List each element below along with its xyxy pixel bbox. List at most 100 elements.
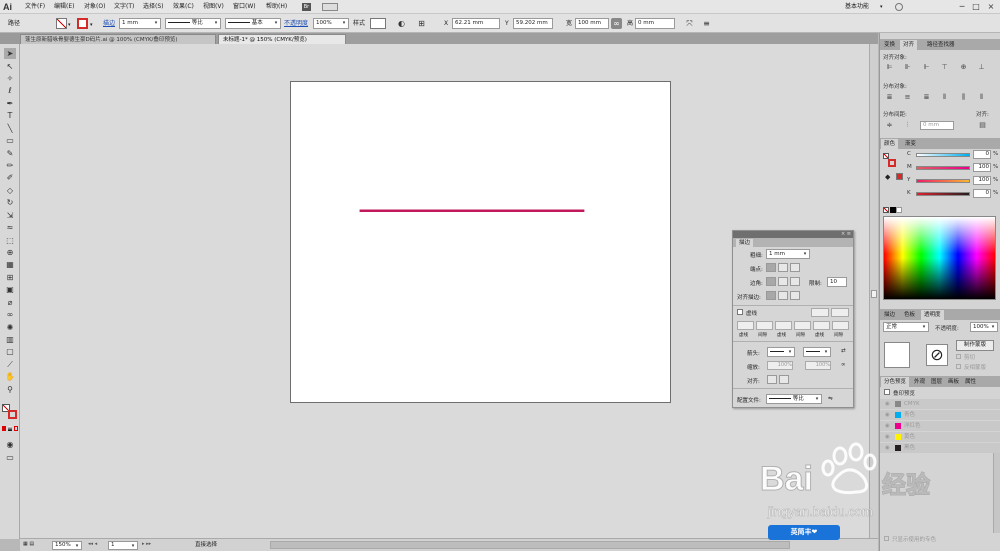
invert-mask-checkbox[interactable] (956, 364, 961, 369)
align-vcenter-icon[interactable]: ⊕ (959, 63, 968, 72)
gap-field-3[interactable] (832, 321, 849, 330)
align-left-icon[interactable]: ⊫ (885, 63, 894, 72)
align-top-icon[interactable]: ⊤ (940, 63, 949, 72)
distribute-top-icon[interactable]: ≣ (885, 93, 894, 102)
dash-preset-2[interactable] (831, 308, 849, 317)
flip-profile-icon[interactable]: ⇋ (828, 396, 833, 402)
transform-icon[interactable]: ⤧ (684, 18, 695, 29)
menu-type[interactable]: 文字(T) (114, 2, 134, 12)
stroke-color-box[interactable] (8, 410, 17, 419)
close-icon[interactable]: × ≡ (841, 231, 851, 238)
first-artboard-button[interactable]: ◂◂ ◂ (88, 541, 102, 549)
arrow-align-tip-button[interactable] (767, 375, 777, 384)
menu-object[interactable]: 对象(O) (84, 2, 105, 12)
align-to-selection-icon[interactable]: ▤ (978, 121, 987, 130)
end-scale-field[interactable]: 100% (805, 361, 831, 370)
channel-c-slider[interactable] (916, 153, 970, 157)
miter-join-button[interactable] (766, 277, 776, 286)
stroke-weight-field[interactable]: 1 mm ▾ (119, 18, 161, 29)
chevron-down-icon[interactable]: ▾ (68, 22, 71, 28)
channel-m-slider[interactable] (916, 166, 970, 170)
rotate-tool-icon[interactable]: ↻ (4, 197, 16, 208)
magic-wand-tool-icon[interactable]: ✧ (4, 73, 16, 84)
menu-window[interactable]: 窗口(W) (233, 2, 256, 12)
close-button[interactable]: × (985, 2, 997, 12)
width-tool-icon[interactable]: ≈ (4, 222, 16, 233)
menu-effect[interactable]: 效果(C) (173, 2, 194, 12)
align-inside-button[interactable] (778, 291, 788, 300)
type-tool-icon[interactable]: T (4, 110, 16, 121)
vertical-scroll-thumb[interactable] (871, 290, 877, 298)
hand-tool-icon[interactable]: ✋ (4, 371, 16, 382)
variable-width-profile[interactable]: 等比 ▾ (165, 18, 221, 29)
link-scale-icon[interactable]: ∞ (841, 362, 846, 368)
round-cap-button[interactable] (778, 263, 788, 272)
menu-help[interactable]: 帮助(H) (266, 2, 287, 12)
start-arrowhead-select[interactable]: ▾ (767, 347, 795, 357)
blend-tool-icon[interactable]: ∞ (4, 309, 16, 320)
horizontal-scrollbar[interactable] (270, 541, 790, 549)
distribute-right-icon[interactable]: ⫴ (977, 93, 986, 102)
white-swatch[interactable] (896, 207, 902, 213)
height-field[interactable]: 0 mm (635, 18, 675, 29)
spacing-field[interactable]: 0 mm (920, 121, 954, 130)
tab-attributes[interactable]: 属性 (962, 377, 979, 387)
tab-document-1[interactable]: 蓬生原新腊咏骨婴德生豪D码片.ai @ 100% (CMYK/叠印预览) (20, 34, 216, 44)
drawing-mode-icon[interactable]: ◉ (4, 439, 16, 450)
channel-y-slider[interactable] (916, 179, 970, 183)
distribute-hcenter-icon[interactable]: ⫼ (959, 93, 968, 102)
gradient-tool-icon[interactable]: ▣ (4, 284, 16, 295)
constrain-link-icon[interactable]: ∞ (611, 18, 622, 29)
column-graph-tool-icon[interactable]: ▥ (4, 334, 16, 345)
zoom-tool-icon[interactable]: ⚲ (4, 384, 16, 395)
transparency-opacity-field[interactable]: 100% ▾ (970, 322, 998, 332)
screen-mode-icon[interactable]: ▭ (4, 452, 16, 463)
blob-brush-tool-icon[interactable]: ✐ (4, 172, 16, 183)
separation-row-magenta[interactable]: ◉ 洋红色 (880, 421, 1000, 431)
dash-field-2[interactable] (775, 321, 792, 330)
separation-row-cmyk[interactable]: ◉ CMYK (880, 399, 1000, 409)
eye-icon[interactable]: ◉ (885, 410, 890, 420)
minimize-button[interactable]: ─ (956, 2, 968, 12)
y-position-field[interactable]: 59.202 mm (513, 18, 553, 29)
chevron-down-icon[interactable]: ▾ (90, 22, 93, 28)
rectangle-tool-icon[interactable]: ▭ (4, 135, 16, 146)
stroke-panel-tab[interactable]: 描边 (736, 239, 754, 247)
opacity-field[interactable]: 100% ▾ (313, 18, 349, 29)
direct-selection-tool-icon[interactable]: ↖ (4, 61, 16, 72)
eye-icon[interactable]: ◉ (885, 421, 890, 431)
color-stroke-box[interactable] (888, 159, 896, 167)
lasso-tool-icon[interactable]: ℓ (4, 85, 16, 96)
make-mask-button[interactable]: 制作蒙版 (956, 340, 994, 351)
swap-arrowheads-icon[interactable]: ⇄ (841, 348, 846, 354)
channel-c-value[interactable]: 0 (973, 150, 991, 159)
next-artboard-button[interactable]: ▸ ▸▸ (142, 541, 160, 549)
stroke-panel-titlebar[interactable]: × ≡ (733, 231, 853, 238)
distribute-left-icon[interactable]: ⫴ (940, 93, 949, 102)
tab-stroke[interactable]: 描边 (881, 310, 898, 320)
round-join-button[interactable] (778, 277, 788, 286)
pen-tool-icon[interactable]: ✒ (4, 98, 16, 109)
separation-row-cyan[interactable]: ◉ 青色 (880, 410, 1000, 420)
free-transform-tool-icon[interactable]: ⬚ (4, 235, 16, 246)
stroke-swatch[interactable] (77, 18, 88, 29)
channel-k-slider[interactable] (916, 192, 970, 196)
maximize-button[interactable]: □ (970, 2, 982, 12)
fill-swatch[interactable] (56, 18, 67, 29)
grid-icon[interactable]: ▦ ▤ (23, 541, 47, 549)
blend-mode-select[interactable]: 正常 ▾ (883, 322, 929, 332)
dashed-line-checkbox[interactable] (737, 309, 743, 315)
menu-edit[interactable]: 编辑(E) (54, 2, 74, 12)
arrange-documents-icon[interactable] (322, 3, 338, 11)
selection-tool-icon[interactable]: ➤ (4, 48, 16, 59)
artboard-tool-icon[interactable]: ▢ (4, 346, 16, 357)
eye-icon[interactable]: ◉ (885, 399, 890, 409)
eyedropper-tool-icon[interactable]: ⌀ (4, 297, 16, 308)
stroke-link[interactable]: 描边 (103, 19, 115, 29)
mesh-tool-icon[interactable]: ⊞ (4, 272, 16, 283)
distribute-h-space-icon[interactable]: ⫶ (903, 121, 912, 130)
color-spectrum[interactable] (883, 216, 996, 300)
separations-scrollbar[interactable] (993, 453, 1000, 533)
gap-field-1[interactable] (756, 321, 773, 330)
tab-swatches[interactable]: 色板 (901, 310, 918, 320)
